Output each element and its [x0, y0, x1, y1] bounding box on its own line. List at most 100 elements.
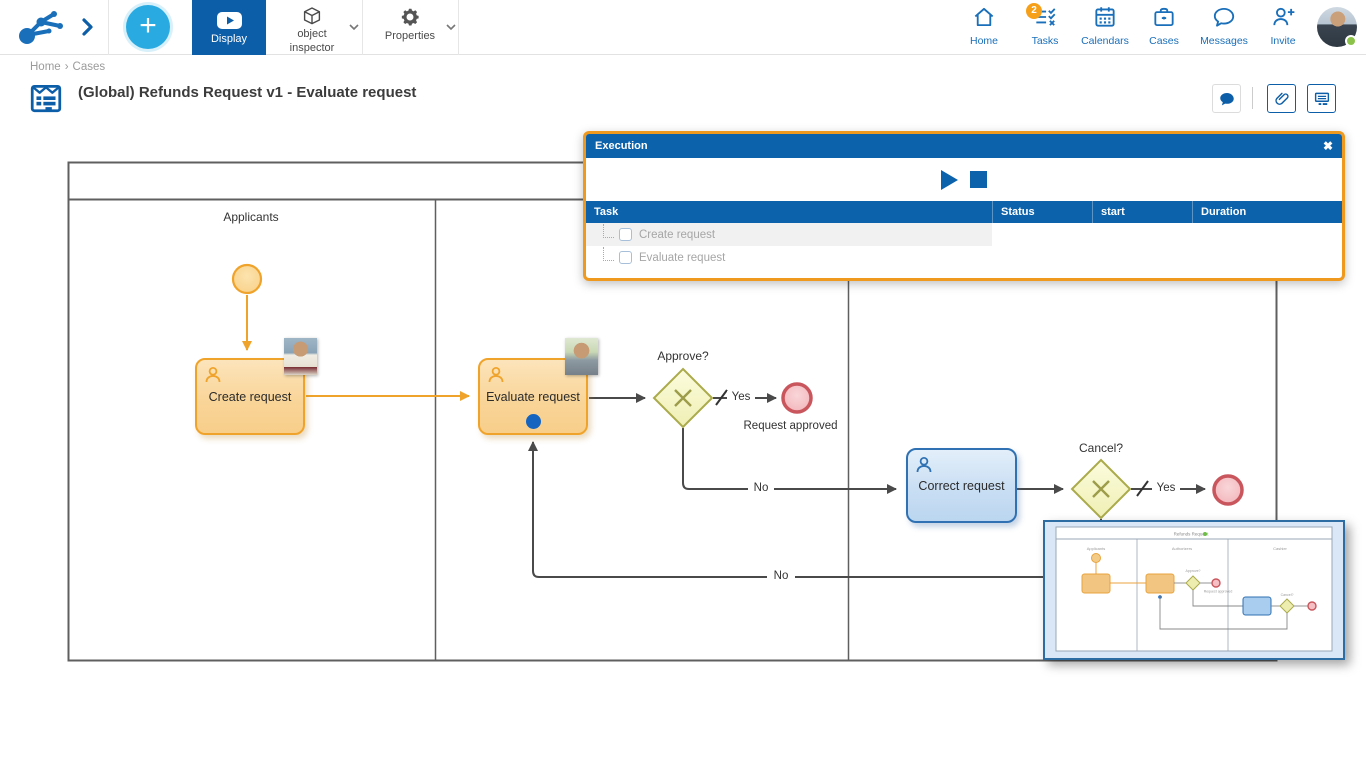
- column-duration: Duration: [1192, 201, 1342, 223]
- chat-bubble-icon: [1218, 90, 1236, 108]
- assignee-avatar-create[interactable]: [284, 338, 317, 375]
- svg-text:Approve?: Approve?: [1186, 569, 1201, 573]
- table-row-evaluate-request[interactable]: Evaluate request: [586, 246, 1342, 269]
- comments-button[interactable]: [1212, 84, 1241, 113]
- user-task-icon: [914, 455, 934, 475]
- active-token-indicator: [526, 414, 541, 429]
- execution-toolbar: [586, 158, 1342, 201]
- attachments-button[interactable]: [1267, 84, 1296, 113]
- tasks-badge: 2: [1026, 3, 1042, 19]
- expand-nav-chevron-icon[interactable]: [76, 16, 98, 38]
- column-status: Status: [992, 201, 1092, 223]
- svg-text:Request approved: Request approved: [1204, 590, 1233, 594]
- svg-text:Cancel?: Cancel?: [1281, 593, 1294, 597]
- cancel-yes-label: Yes: [1152, 482, 1180, 494]
- app-screen: + Display object inspector Proper: [0, 0, 1366, 768]
- properties-button[interactable]: Properties: [363, 0, 457, 55]
- table-row-create-request[interactable]: Create request: [586, 223, 1342, 246]
- row-task-label: Evaluate request: [639, 252, 725, 264]
- process-minimap[interactable]: Refunds Request Applicants Authorizers C…: [1043, 520, 1345, 660]
- invite-person-icon: [1270, 4, 1296, 30]
- execution-table-header: Task Status start Duration: [586, 201, 1342, 223]
- minimap-lane-3: Cashier: [1273, 546, 1287, 551]
- execution-panel-titlebar: Execution ✖: [586, 134, 1342, 158]
- nav-messages-label: Messages: [1193, 35, 1255, 47]
- close-icon[interactable]: ✖: [1323, 139, 1333, 153]
- cancel-end-event[interactable]: [1214, 476, 1242, 504]
- minimap-canvas: Refunds Request Applicants Authorizers C…: [1045, 522, 1343, 658]
- nav-home-label: Home: [955, 35, 1013, 47]
- app-logo-icon[interactable]: [16, 8, 68, 48]
- chevron-down-icon[interactable]: [445, 23, 457, 31]
- start-event[interactable]: [233, 265, 261, 293]
- tree-elbow: [603, 224, 614, 238]
- online-status-dot: [1345, 35, 1357, 47]
- approve-gateway-label: Approve?: [643, 349, 723, 363]
- page-title: (Global) Refunds Request v1 - Evaluate r…: [78, 84, 416, 101]
- toolbar-divider: [108, 0, 109, 55]
- row-task-label: Create request: [639, 229, 715, 241]
- case-document-icon: [28, 80, 64, 116]
- correct-request-task[interactable]: Correct request: [906, 448, 1017, 523]
- header-divider: [1252, 87, 1253, 109]
- row-empty-cells: [992, 246, 1342, 269]
- breadcrumb-separator: ›: [65, 61, 69, 73]
- breadcrumb-cases[interactable]: Cases: [73, 61, 106, 73]
- display-play-icon: [216, 11, 243, 30]
- assignee-avatar-evaluate[interactable]: [565, 338, 598, 375]
- nav-invite-label: Invite: [1257, 35, 1309, 47]
- toolbar-divider: [458, 0, 459, 55]
- lane-label-applicants: Applicants: [171, 210, 331, 224]
- breadcrumb-home[interactable]: Home: [30, 61, 61, 73]
- user-task-icon: [486, 365, 506, 385]
- object-inspector-button[interactable]: object inspector: [266, 0, 358, 55]
- nav-tasks[interactable]: 2 Tasks: [1017, 4, 1073, 47]
- monitor-icon: [1313, 90, 1331, 108]
- approve-no-label: No: [748, 482, 774, 494]
- user-task-icon: [203, 365, 223, 385]
- execution-panel-title: Execution: [595, 140, 648, 152]
- nav-calendars[interactable]: Calendars: [1074, 4, 1136, 47]
- object-inspector-label-1: object: [297, 28, 326, 41]
- properties-label: Properties: [385, 30, 435, 43]
- paperclip-icon: [1273, 90, 1291, 108]
- breadcrumb: Home › Cases: [30, 61, 105, 73]
- evaluate-request-checkbox[interactable]: [619, 251, 632, 264]
- gear-icon: [399, 6, 421, 28]
- request-approved-end-event[interactable]: [783, 384, 811, 412]
- cancel-no-label: No: [767, 570, 795, 582]
- correct-request-label: Correct request: [918, 479, 1004, 493]
- tree-elbow: [603, 247, 614, 261]
- top-toolbar: + Display object inspector Proper: [0, 0, 1366, 55]
- nav-calendars-label: Calendars: [1074, 35, 1136, 47]
- nav-messages[interactable]: Messages: [1193, 4, 1255, 47]
- cancel-gateway-shape[interactable]: [1072, 460, 1130, 518]
- object-inspector-label-2: inspector: [290, 42, 335, 55]
- minimap-lane-1: Applicants: [1087, 546, 1105, 551]
- create-request-checkbox[interactable]: [619, 228, 632, 241]
- nav-tasks-label: Tasks: [1017, 35, 1073, 47]
- minimap-lane-2: Authorizers: [1172, 546, 1192, 551]
- nav-home[interactable]: Home: [955, 4, 1013, 47]
- calendar-icon: [1092, 4, 1118, 30]
- display-label: Display: [211, 33, 247, 45]
- stop-button[interactable]: [970, 171, 987, 188]
- create-request-label: Create request: [209, 390, 292, 404]
- approve-yes-label: Yes: [727, 391, 755, 403]
- nav-cases[interactable]: Cases: [1137, 4, 1191, 47]
- message-bubble-icon: [1211, 4, 1237, 30]
- briefcase-icon: [1151, 4, 1177, 30]
- display-panel-button[interactable]: [1307, 84, 1336, 113]
- add-button[interactable]: +: [126, 5, 170, 49]
- chevron-down-icon[interactable]: [348, 23, 360, 31]
- home-icon: [971, 4, 997, 30]
- cancel-gateway-label: Cancel?: [1061, 441, 1141, 455]
- play-button[interactable]: [941, 170, 958, 190]
- row-empty-cells: [992, 223, 1342, 246]
- display-button[interactable]: Display: [192, 0, 266, 55]
- request-approved-label: Request approved: [718, 420, 863, 432]
- execution-panel[interactable]: Execution ✖ Task Status start Duration C…: [583, 131, 1345, 281]
- cube-icon: [300, 6, 324, 26]
- nav-invite[interactable]: Invite: [1257, 4, 1309, 47]
- approve-gateway-shape[interactable]: [654, 369, 712, 427]
